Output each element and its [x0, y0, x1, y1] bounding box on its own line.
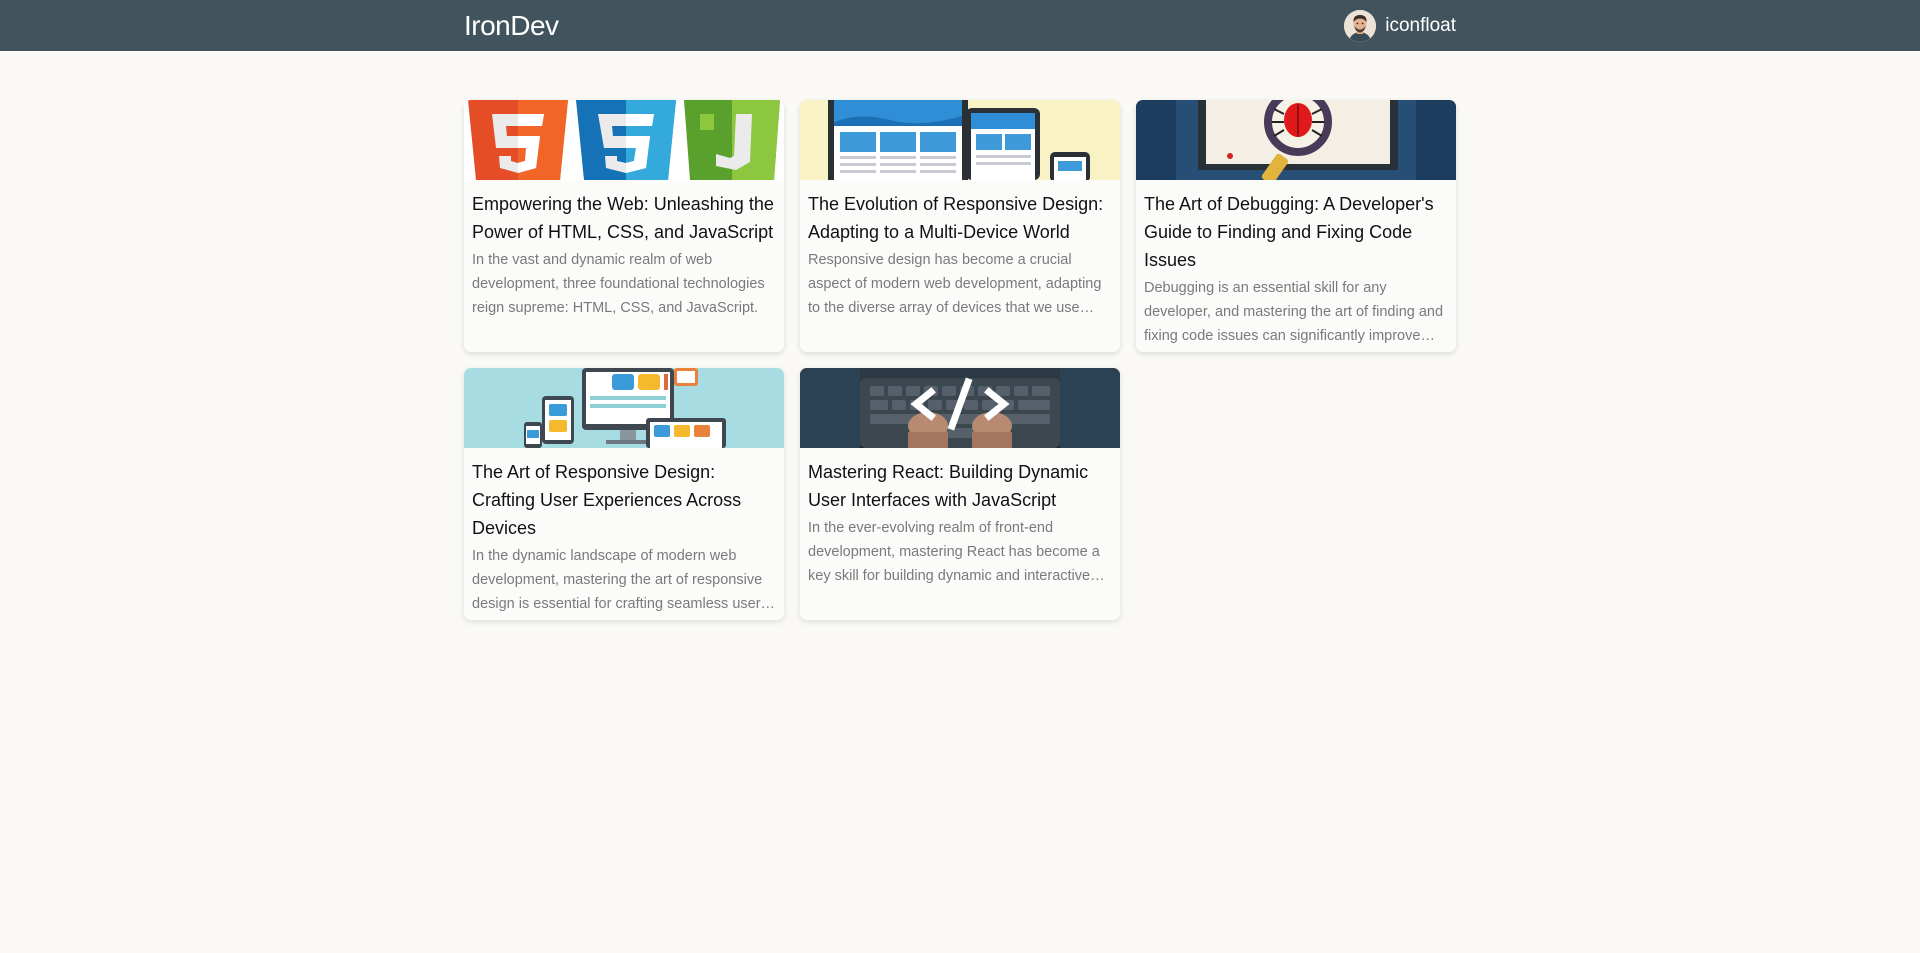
post-title[interactable]: Mastering React: Building Dynamic User I… [808, 458, 1112, 514]
posts-grid: Empowering the Web: Unleashing the Power… [464, 100, 1456, 620]
user-menu[interactable]: iconfloat [1344, 9, 1456, 42]
post-title[interactable]: The Evolution of Responsive Design: Adap… [808, 190, 1112, 246]
multi-device-image [464, 368, 784, 448]
post-card-body: Empowering the Web: Unleashing the Power… [464, 180, 784, 320]
post-title[interactable]: The Art of Debugging: A Developer's Guid… [1144, 190, 1448, 274]
bug-magnifier-image [1136, 100, 1456, 180]
post-card[interactable]: Empowering the Web: Unleashing the Power… [464, 100, 784, 352]
top-navbar: IronDev iconfloat [0, 0, 1920, 51]
post-card[interactable]: The Art of Responsive Design: Crafting U… [464, 368, 784, 620]
username-label[interactable]: iconfloat [1385, 15, 1456, 37]
responsive-devices-image [800, 100, 1120, 180]
post-excerpt: In the vast and dynamic realm of web dev… [472, 252, 765, 316]
post-excerpt: Debugging is an essential skill for any … [1144, 280, 1444, 344]
post-card[interactable]: The Art of Debugging: A Developer's Guid… [1136, 100, 1456, 352]
site-logo[interactable]: IronDev [464, 10, 559, 42]
code-keyboard-image [800, 368, 1120, 448]
post-card-body: The Art of Responsive Design: Crafting U… [464, 448, 784, 616]
post-card[interactable]: The Evolution of Responsive Design: Adap… [800, 100, 1120, 352]
post-title[interactable]: The Art of Responsive Design: Crafting U… [472, 458, 776, 542]
html-css-js-logos-image [464, 100, 784, 180]
post-title[interactable]: Empowering the Web: Unleashing the Power… [472, 190, 776, 246]
post-excerpt: In the dynamic landscape of modern web d… [472, 548, 763, 612]
user-avatar-icon[interactable] [1344, 9, 1377, 42]
post-excerpt: Responsive design has become a crucial a… [808, 252, 1102, 316]
post-excerpt: In the ever-evolving realm of front-end … [808, 520, 1100, 584]
post-card-body: Mastering React: Building Dynamic User I… [800, 448, 1120, 588]
navbar-container: IronDev iconfloat [464, 0, 1456, 51]
post-card[interactable]: Mastering React: Building Dynamic User I… [800, 368, 1120, 620]
post-card-body: The Evolution of Responsive Design: Adap… [800, 180, 1120, 320]
post-card-body: The Art of Debugging: A Developer's Guid… [1136, 180, 1456, 348]
